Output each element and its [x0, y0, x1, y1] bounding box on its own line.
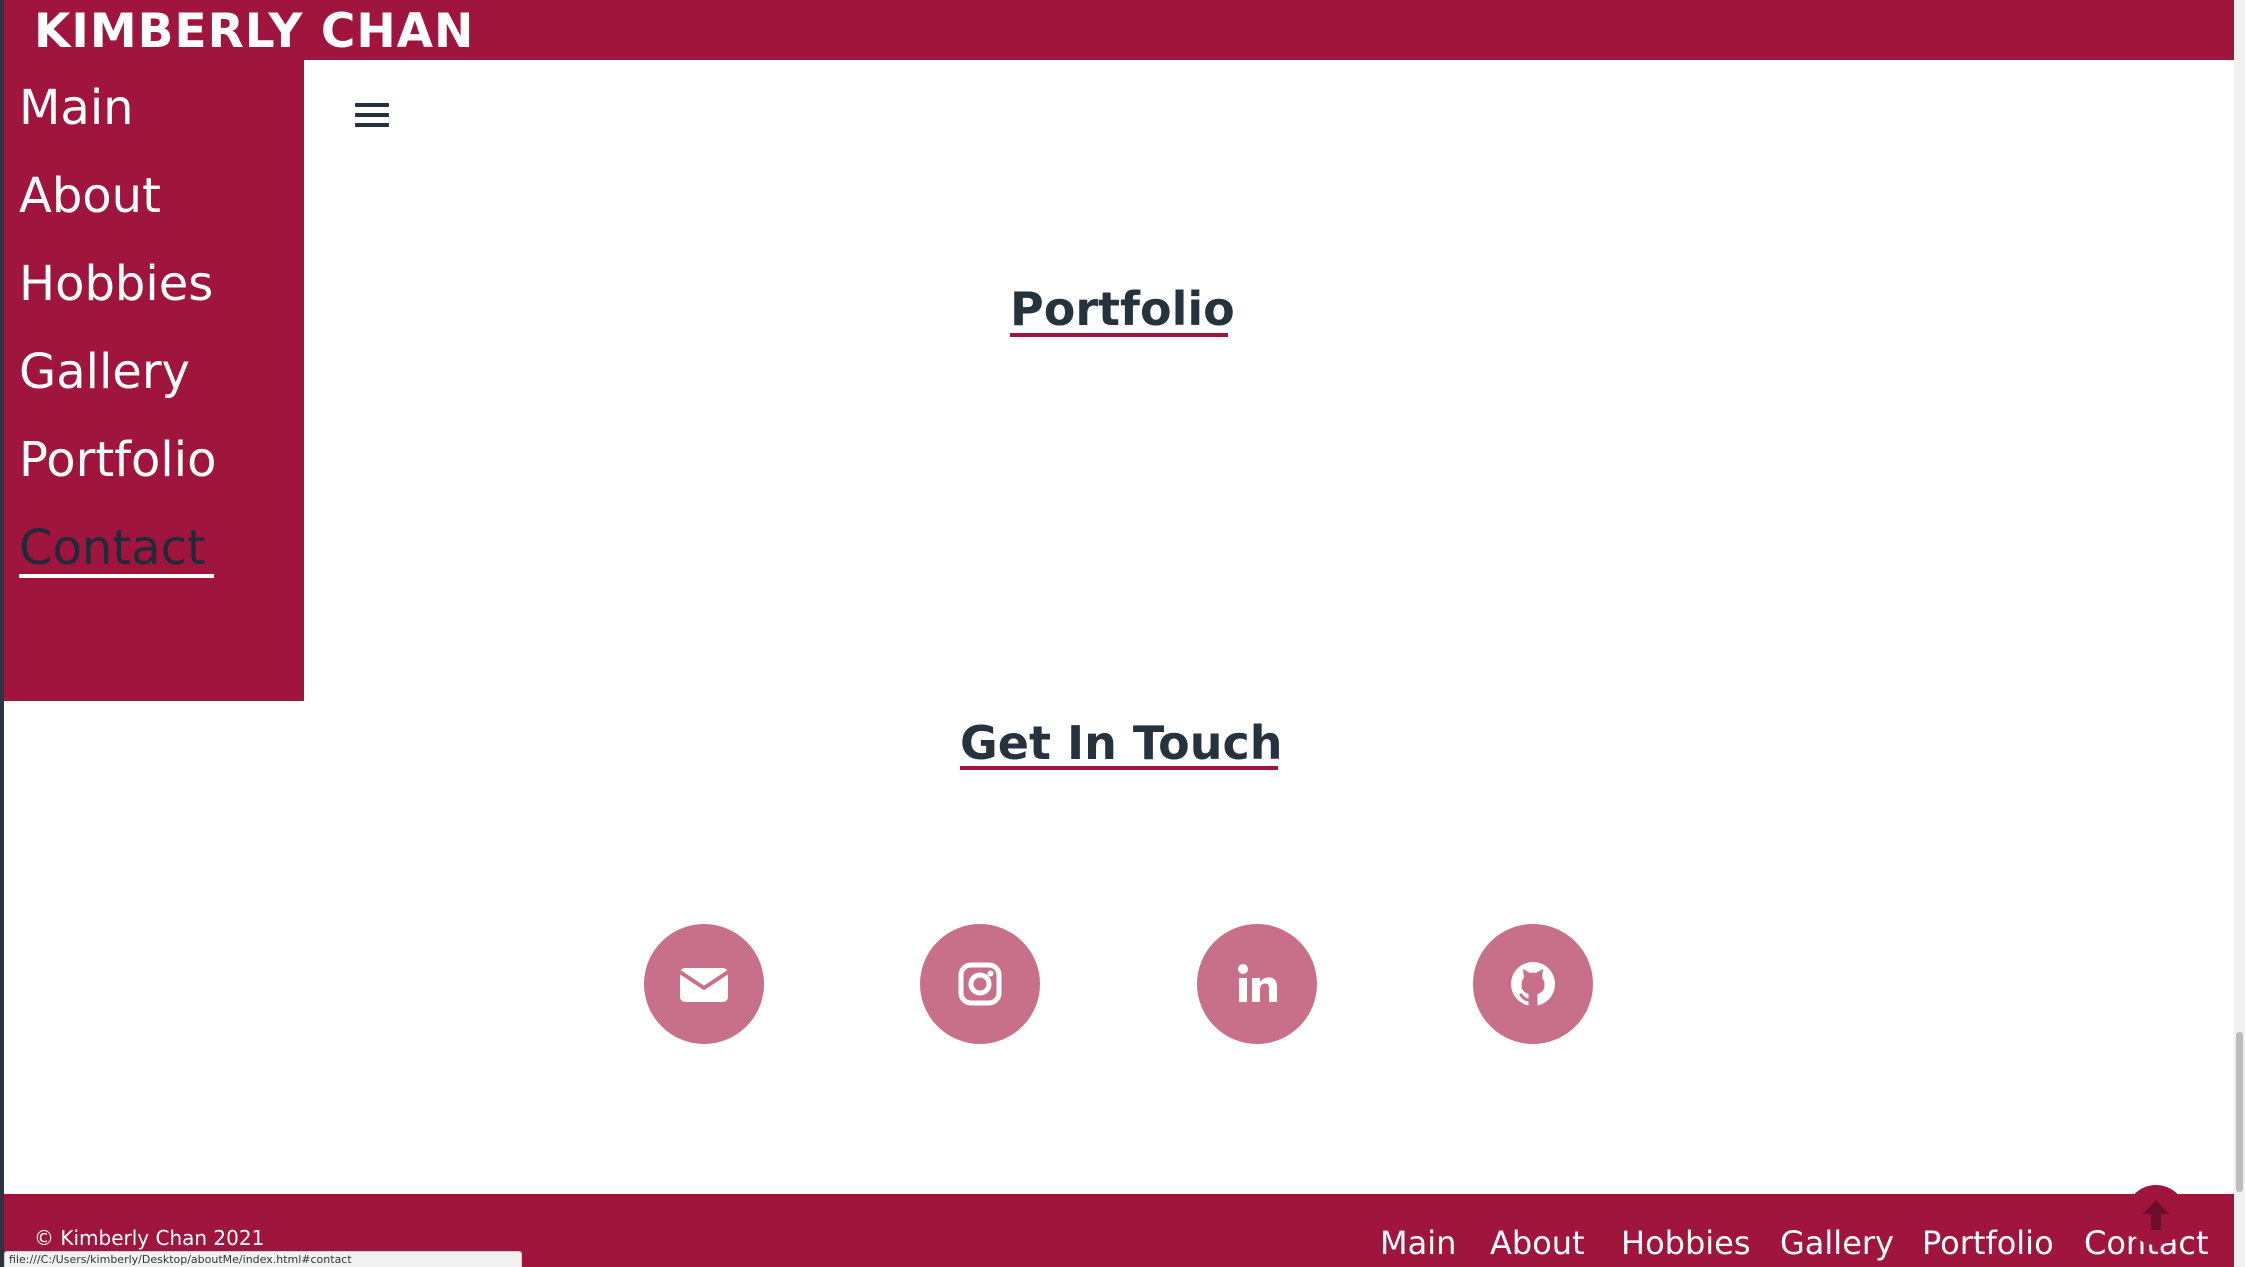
footer-link-hobbies[interactable]: Hobbies: [1621, 1224, 1751, 1262]
instagram-icon: [958, 962, 1002, 1006]
active-item-underline: [19, 574, 214, 578]
portfolio-heading: Portfolio: [1010, 282, 1235, 336]
github-button[interactable]: [1473, 924, 1593, 1044]
sidebar-item-about[interactable]: About: [19, 168, 161, 224]
portfolio-heading-underline: [1010, 333, 1228, 337]
sidebar-item-portfolio[interactable]: Portfolio: [19, 432, 216, 488]
instagram-button[interactable]: [920, 924, 1040, 1044]
sidebar-item-contact[interactable]: Contact: [19, 520, 206, 576]
contact-heading-underline: [960, 766, 1278, 770]
github-icon: [1511, 962, 1555, 1007]
linkedin-button[interactable]: [1197, 924, 1317, 1044]
footer-link-about[interactable]: About: [1490, 1224, 1585, 1262]
back-to-top-button[interactable]: [2126, 1185, 2186, 1245]
email-button[interactable]: [644, 924, 764, 1044]
footer-link-portfolio[interactable]: Portfolio: [1922, 1224, 2054, 1262]
sidebar-item-main[interactable]: Main: [19, 80, 134, 136]
site-header: KIMBERLY CHAN: [4, 0, 2234, 60]
copyright-text: © Kimberly Chan 2021: [34, 1226, 265, 1250]
sidebar-nav: Main About Hobbies Gallery Portfolio Con…: [4, 60, 304, 701]
status-bar-url: file:///C:/Users/kimberly/Desktop/aboutM…: [4, 1251, 522, 1267]
scrollbar-thumb[interactable]: [2236, 1032, 2243, 1192]
contact-heading: Get In Touch: [960, 716, 1283, 770]
envelope-icon: [678, 968, 730, 1002]
linkedin-icon: [1238, 964, 1277, 1002]
site-brand[interactable]: KIMBERLY CHAN: [34, 4, 474, 59]
hamburger-menu-icon[interactable]: [355, 103, 389, 128]
footer-link-gallery[interactable]: Gallery: [1780, 1224, 1894, 1262]
sidebar-item-hobbies[interactable]: Hobbies: [19, 256, 213, 312]
arrow-up-circle-icon: [2133, 1192, 2179, 1238]
sidebar-item-gallery[interactable]: Gallery: [19, 344, 190, 400]
footer-link-main[interactable]: Main: [1380, 1224, 1456, 1262]
